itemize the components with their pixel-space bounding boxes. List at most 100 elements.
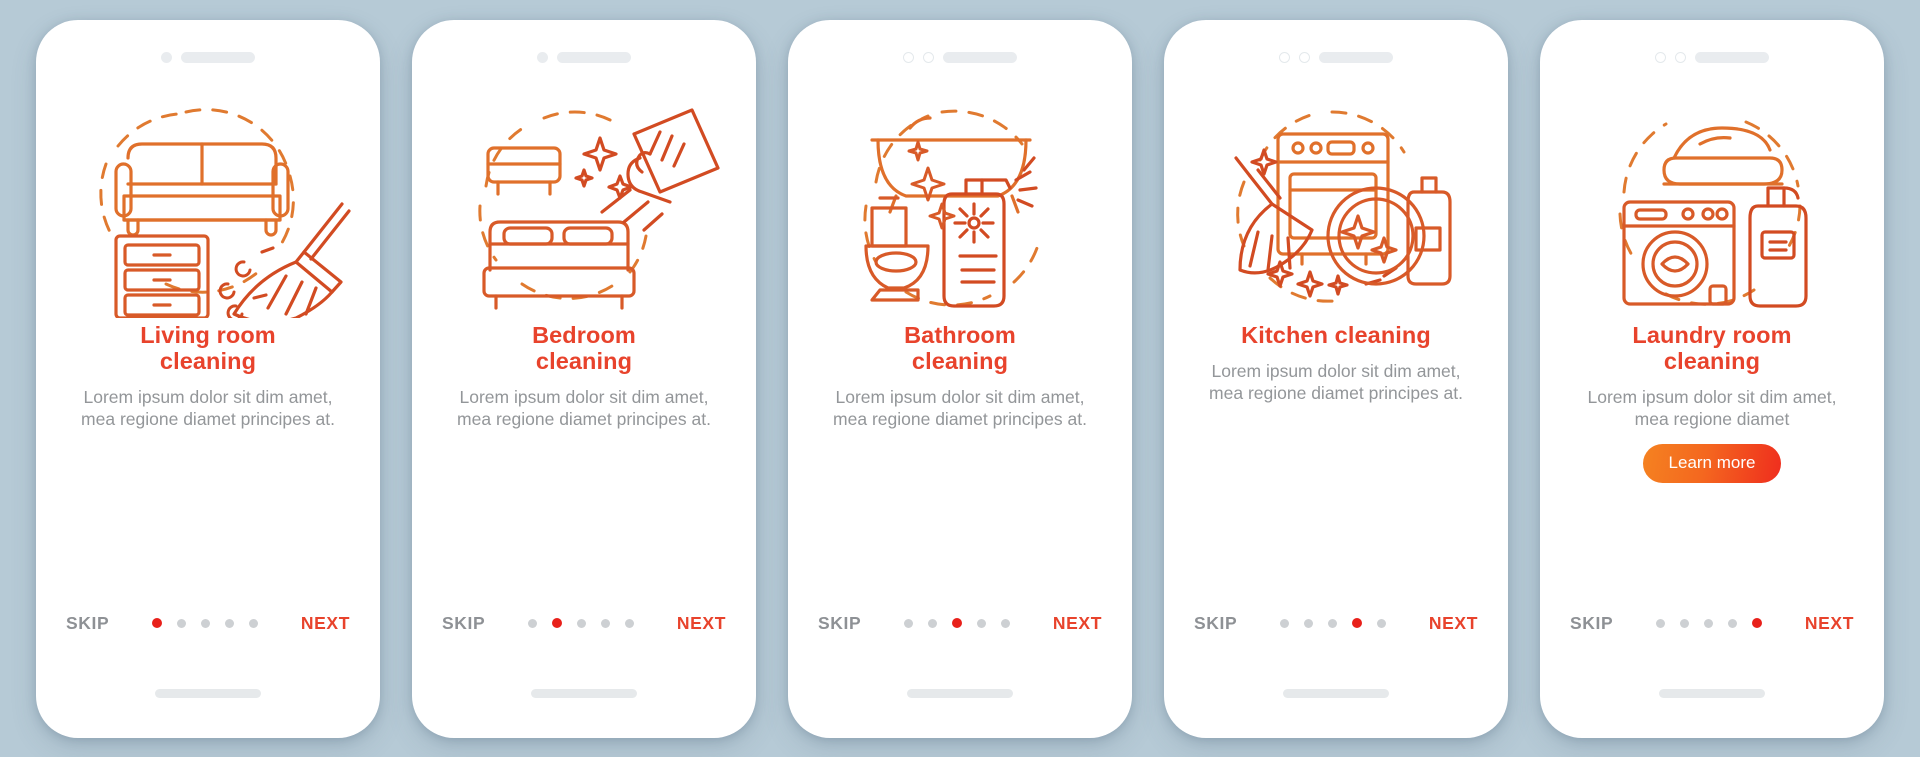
pagination-dots <box>1237 618 1429 628</box>
skip-button[interactable]: SKIP <box>818 613 861 634</box>
card-text-block: Kitchen cleaning Lorem ipsum dolor sit d… <box>1201 322 1471 404</box>
next-button[interactable]: NEXT <box>301 613 350 634</box>
card-text-block: Bedroom cleaning Lorem ipsum dolor sit d… <box>449 322 719 430</box>
onboarding-nav: SKIP NEXT <box>1540 613 1884 634</box>
pagination-dot-2[interactable] <box>177 618 187 628</box>
pagination-dot-1[interactable] <box>1280 618 1290 628</box>
card-title-line1: Laundry room <box>1632 321 1792 348</box>
pagination-dot-4[interactable] <box>1728 618 1738 628</box>
pagination-dot-3[interactable] <box>577 618 587 628</box>
next-button[interactable]: NEXT <box>1429 613 1478 634</box>
camera-icon <box>161 52 172 63</box>
illustration-bed-wipe-icon <box>434 86 734 318</box>
pagination-dot-5[interactable] <box>1752 618 1763 628</box>
next-button[interactable]: NEXT <box>1805 613 1854 634</box>
speaker-grill-icon <box>943 52 1017 63</box>
card-title: Living room cleaning <box>73 322 343 374</box>
card-desc-line3: principes at. <box>992 408 1087 429</box>
card-desc-line3: principes at. <box>616 408 711 429</box>
onboarding-card-bedroom: Bedroom cleaning Lorem ipsum dolor sit d… <box>412 19 756 738</box>
card-title: Bathroom cleaning <box>825 322 1095 374</box>
speaker-grill-icon <box>1695 52 1769 63</box>
pagination-dot-5[interactable] <box>249 618 259 628</box>
card-text-block: Bathroom cleaning Lorem ipsum dolor sit … <box>825 322 1095 430</box>
card-title-line1: Bathroom <box>904 321 1016 348</box>
pagination-dots <box>485 618 677 628</box>
pagination-dot-4[interactable] <box>977 618 987 628</box>
onboarding-nav: SKIP NEXT <box>1164 613 1508 634</box>
skip-button[interactable]: SKIP <box>442 613 485 634</box>
learn-more-button[interactable]: Learn more <box>1642 443 1782 483</box>
card-title-line2: cleaning <box>535 347 633 374</box>
pagination-dot-2[interactable] <box>928 618 938 628</box>
pagination-dots <box>1613 618 1805 628</box>
card-title-line1: Bedroom <box>532 321 636 348</box>
card-text-block: Living room cleaning Lorem ipsum dolor s… <box>73 322 343 430</box>
home-indicator <box>1283 688 1389 698</box>
card-desc-line3: principes at. <box>1368 382 1463 403</box>
card-description: Lorem ipsum dolor sit dim amet, mea regi… <box>1201 360 1471 404</box>
pagination-dot-3[interactable] <box>1328 618 1338 628</box>
pagination-dot-1[interactable] <box>152 618 163 628</box>
onboarding-nav: SKIP NEXT <box>788 613 1132 634</box>
sensor-icon <box>923 52 934 63</box>
pagination-dot-2[interactable] <box>552 618 563 628</box>
pagination-dot-5[interactable] <box>1001 618 1011 628</box>
camera-icon <box>1279 52 1290 63</box>
card-text-block: Laundry room cleaning Lorem ipsum dolor … <box>1577 322 1847 483</box>
illustration-stove-mop-detergent-icon <box>1186 86 1486 318</box>
camera-icon <box>1655 52 1666 63</box>
home-indicator <box>907 688 1013 698</box>
pagination-dot-5[interactable] <box>625 618 635 628</box>
onboarding-nav: SKIP NEXT <box>412 613 756 634</box>
card-desc-line1: Lorem ipsum dolor sit dim <box>459 386 660 407</box>
onboarding-card-living-room: Living room cleaning Lorem ipsum dolor s… <box>36 19 380 738</box>
skip-button[interactable]: SKIP <box>1194 613 1237 634</box>
pagination-dot-1[interactable] <box>528 618 538 628</box>
card-description: Lorem ipsum dolor sit dim amet, mea regi… <box>449 386 719 430</box>
phone-notch <box>788 38 1132 72</box>
card-desc-line1: Lorem ipsum dolor sit dim <box>83 386 284 407</box>
onboarding-card-bathroom: Bathroom cleaning Lorem ipsum dolor sit … <box>788 19 1132 738</box>
card-title-line2: cleaning <box>1663 347 1761 374</box>
pagination-dot-4[interactable] <box>225 618 235 628</box>
sensor-icon <box>1299 52 1310 63</box>
illustration-sofa-broom-dresser-icon <box>58 86 358 318</box>
phone-notch <box>1164 38 1508 72</box>
onboarding-nav: SKIP NEXT <box>36 613 380 634</box>
card-title: Kitchen cleaning <box>1201 322 1471 348</box>
pagination-dot-4[interactable] <box>1352 618 1363 628</box>
home-indicator <box>1659 688 1765 698</box>
card-description: Lorem ipsum dolor sit dim amet, mea regi… <box>825 386 1095 430</box>
pagination-dot-3[interactable] <box>201 618 211 628</box>
pagination-dot-4[interactable] <box>601 618 611 628</box>
illustration-bathtub-toilet-spray-icon <box>810 86 1110 318</box>
pagination-dot-2[interactable] <box>1304 618 1314 628</box>
next-button[interactable]: NEXT <box>677 613 726 634</box>
camera-icon <box>537 52 548 63</box>
pagination-dot-1[interactable] <box>904 618 914 628</box>
speaker-grill-icon <box>181 52 255 63</box>
skip-button[interactable]: SKIP <box>66 613 109 634</box>
onboarding-card-kitchen: Kitchen cleaning Lorem ipsum dolor sit d… <box>1164 19 1508 738</box>
pagination-dot-1[interactable] <box>1656 618 1666 628</box>
illustration-washer-iron-detergent-icon <box>1562 86 1862 318</box>
next-button[interactable]: NEXT <box>1053 613 1102 634</box>
pagination-dot-3[interactable] <box>952 618 963 628</box>
pagination-dot-5[interactable] <box>1377 618 1387 628</box>
pagination-dots <box>861 618 1053 628</box>
onboarding-screens-stage: Living room cleaning Lorem ipsum dolor s… <box>0 0 1920 757</box>
phone-notch <box>412 38 756 72</box>
card-description: Lorem ipsum dolor sit dim amet, mea regi… <box>73 386 343 430</box>
phone-notch <box>36 38 380 72</box>
onboarding-card-laundry-room: Laundry room cleaning Lorem ipsum dolor … <box>1540 19 1884 738</box>
card-title-line1: Living room <box>140 321 276 348</box>
card-desc-line3: principes at. <box>240 408 335 429</box>
pagination-dot-3[interactable] <box>1704 618 1714 628</box>
pagination-dots <box>109 618 301 628</box>
card-title-line2: cleaning <box>911 347 1009 374</box>
pagination-dot-2[interactable] <box>1680 618 1690 628</box>
speaker-grill-icon <box>1319 52 1393 63</box>
card-description: Lorem ipsum dolor sit dim amet, mea regi… <box>1577 386 1847 430</box>
skip-button[interactable]: SKIP <box>1570 613 1613 634</box>
